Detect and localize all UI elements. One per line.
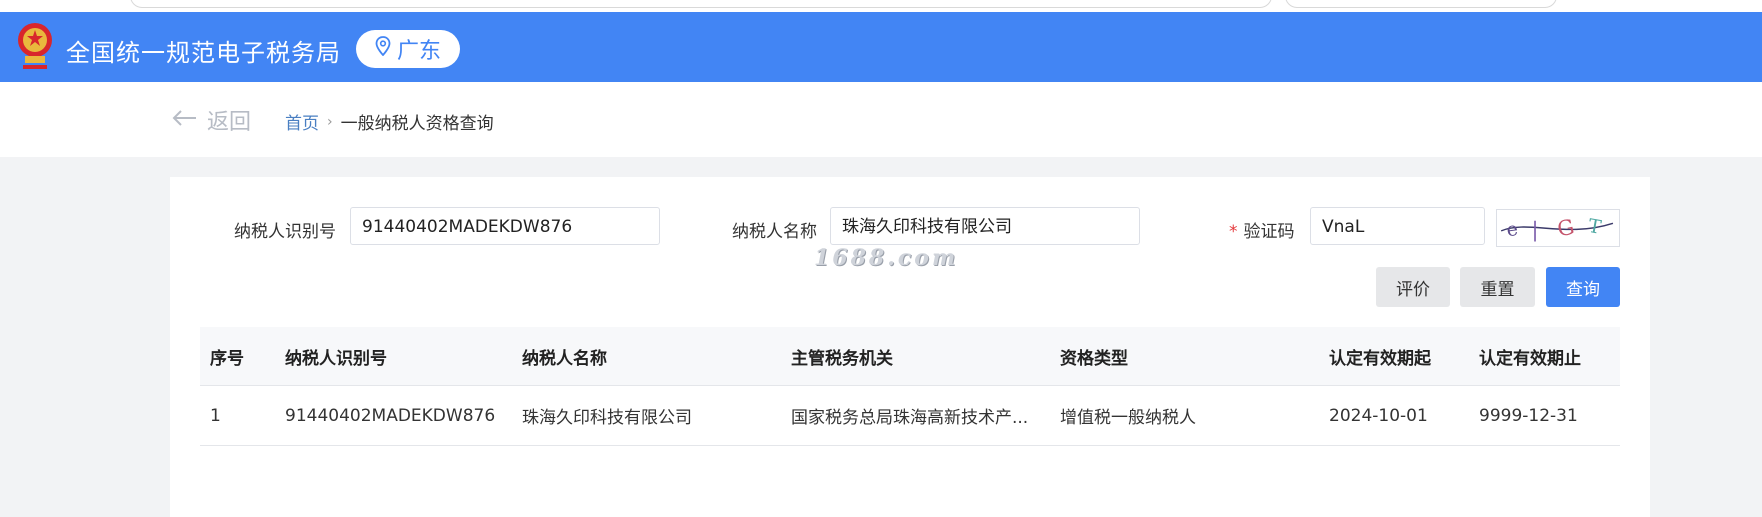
required-mark: * bbox=[1229, 222, 1238, 242]
back-label: 返回 bbox=[207, 110, 252, 135]
browser-top-strip bbox=[0, 0, 1762, 12]
region-label: 广东 bbox=[396, 39, 441, 64]
captcha-label: 验证码 bbox=[1243, 222, 1295, 242]
watermark: 1688.com bbox=[814, 245, 959, 271]
cell-tax-authority: 国家税务总局珠海高新技术产... bbox=[781, 385, 1050, 446]
svg-text:e: e bbox=[1505, 218, 1519, 241]
breadcrumb-current: 一般纳税人资格查询 bbox=[340, 114, 494, 134]
cell-qualification-type: 增值税一般纳税人 bbox=[1050, 385, 1319, 446]
cell-index: 1 bbox=[200, 385, 275, 446]
query-button[interactable]: 查询 bbox=[1546, 267, 1620, 307]
col-header-valid-from: 认定有效期起 bbox=[1319, 327, 1469, 386]
captcha-label-wrap: * 验证码 bbox=[1229, 217, 1295, 242]
col-header-tax-authority: 主管税务机关 bbox=[781, 327, 1050, 386]
svg-text:G: G bbox=[1555, 215, 1576, 242]
site-header: 全国统一规范电子税务局 广东 bbox=[0, 12, 1762, 82]
col-header-taxpayer-id: 纳税人识别号 bbox=[275, 327, 512, 386]
site-title: 全国统一规范电子税务局 bbox=[66, 39, 341, 67]
cell-valid-to: 9999-12-31 bbox=[1469, 385, 1620, 446]
evaluate-button[interactable]: 评价 bbox=[1376, 267, 1450, 307]
col-header-taxpayer-name: 纳税人名称 bbox=[512, 327, 781, 386]
location-pin-icon bbox=[375, 36, 391, 62]
tax-authority-text: 国家税务总局珠海高新技术产... bbox=[791, 408, 1029, 428]
table-header-row: 序号 纳税人识别号 纳税人名称 主管税务机关 资格类型 认定有效期起 认定有效期… bbox=[200, 327, 1620, 386]
breadcrumb-bar: 返回 首页 › 一般纳税人资格查询 bbox=[0, 82, 1762, 157]
captcha-image[interactable]: e | G T bbox=[1496, 209, 1620, 247]
table-row[interactable]: 1 91440402MADEKDW876 珠海久印科技有限公司 国家税务总局珠海… bbox=[200, 385, 1620, 446]
national-emblem-icon bbox=[15, 20, 55, 72]
cell-valid-from: 2024-10-01 bbox=[1319, 385, 1469, 446]
cell-taxpayer-name: 珠海久印科技有限公司 bbox=[512, 385, 781, 446]
breadcrumb: 首页 › 一般纳税人资格查询 bbox=[285, 109, 494, 135]
taxpayer-id-label: 纳税人识别号 bbox=[234, 222, 336, 242]
col-header-index: 序号 bbox=[200, 327, 275, 386]
browser-search-bar[interactable] bbox=[1285, 0, 1557, 8]
col-header-qualification-type: 资格类型 bbox=[1050, 327, 1319, 386]
svg-text:T: T bbox=[1587, 215, 1604, 239]
breadcrumb-home-link[interactable]: 首页 bbox=[285, 109, 319, 134]
results-table: 序号 纳税人识别号 纳税人名称 主管税务机关 资格类型 认定有效期起 认定有效期… bbox=[200, 327, 1620, 446]
arrow-left-icon bbox=[171, 108, 197, 133]
svg-text:|: | bbox=[1531, 218, 1538, 243]
cell-taxpayer-id: 91440402MADEKDW876 bbox=[275, 385, 512, 446]
chevron-right-icon: › bbox=[327, 113, 333, 130]
captcha-input[interactable]: VnaL bbox=[1310, 207, 1485, 245]
taxpayer-id-input[interactable]: 91440402MADEKDW876 bbox=[350, 207, 660, 245]
taxpayer-name-input[interactable]: 珠海久印科技有限公司 bbox=[830, 207, 1140, 245]
col-header-valid-to: 认定有效期止 bbox=[1469, 327, 1620, 386]
browser-address-bar[interactable] bbox=[130, 0, 1272, 8]
back-button[interactable]: 返回 bbox=[171, 104, 251, 136]
reset-button[interactable]: 重置 bbox=[1460, 267, 1535, 307]
region-selector[interactable]: 广东 bbox=[356, 30, 460, 68]
taxpayer-name-label: 纳税人名称 bbox=[732, 222, 817, 242]
query-card: 纳税人识别号 91440402MADEKDW876 纳税人名称 珠海久印科技有限… bbox=[170, 177, 1650, 517]
